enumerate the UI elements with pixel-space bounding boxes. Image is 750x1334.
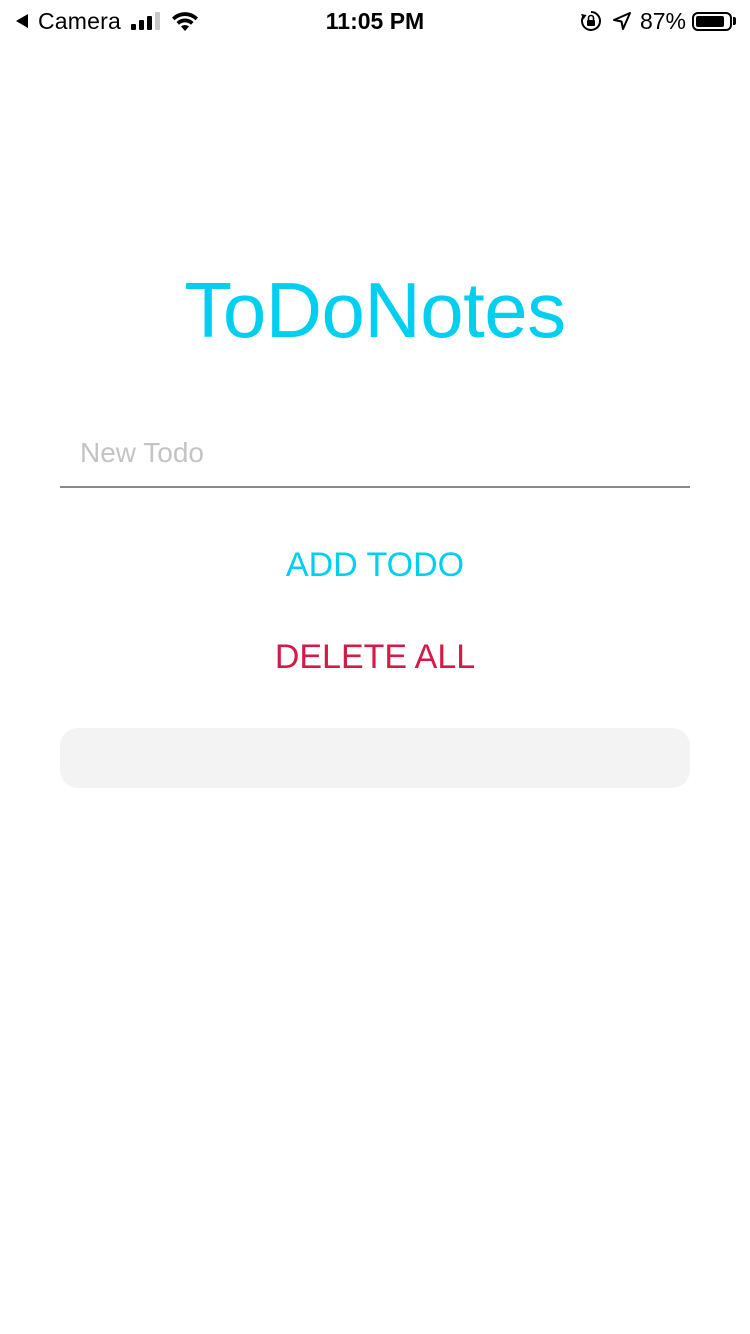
status-right: 87%	[580, 7, 736, 35]
location-arrow-icon	[612, 12, 631, 30]
status-bar: Camera 11:05 PM 87%	[0, 0, 750, 40]
battery-tip	[733, 17, 736, 25]
delete-all-button[interactable]: DELETE ALL	[225, 632, 525, 682]
app-title: ToDoNotes	[184, 266, 566, 354]
app-screen: Camera 11:05 PM 87% ToDoNotes New Todo A…	[0, 0, 750, 1334]
orientation-lock-icon	[580, 11, 601, 31]
todo-list	[60, 728, 690, 788]
battery-percent: 87%	[639, 7, 686, 34]
add-todo-button[interactable]: ADD TODO	[225, 540, 525, 590]
new-todo-input[interactable]	[60, 420, 690, 486]
battery-icon	[692, 11, 732, 31]
new-todo-field	[60, 420, 690, 488]
battery-level-fill	[696, 15, 724, 27]
